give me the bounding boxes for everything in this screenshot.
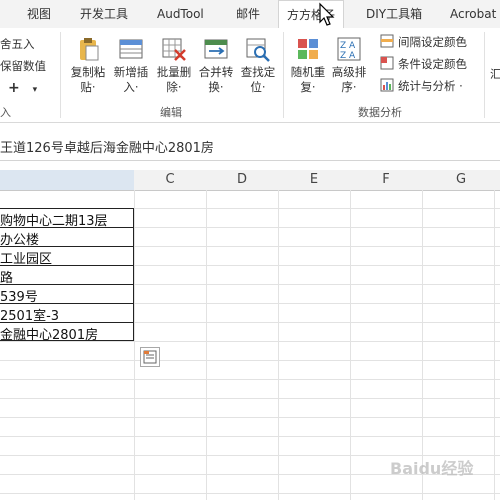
mouse-cursor-icon [319, 2, 335, 26]
cell-b5[interactable]: 539号 [0, 286, 38, 305]
tab-developer[interactable]: 开发工具 [80, 0, 128, 28]
tab-diy-toolbox[interactable]: DIY工具箱 [366, 0, 422, 28]
random-repeat-button[interactable]: 随机重 复· [286, 36, 330, 95]
group-label-left: 入 [0, 106, 11, 119]
grid-line [134, 190, 135, 500]
interval-color-button[interactable]: 间隔设定颜色 [380, 34, 467, 50]
random-repeat-line1: 随机重 [290, 65, 326, 79]
clipboard-icon [80, 38, 99, 61]
grid-line [0, 379, 500, 380]
condition-color-label: 条件设定颜色 [398, 57, 467, 71]
keep-value-label: 保留数值 [0, 59, 46, 73]
group-label-edit: 编辑 [160, 106, 182, 119]
grid-line [350, 190, 351, 500]
ribbon-separator [283, 32, 284, 118]
keep-value-button[interactable]: 保留数值 [0, 58, 46, 74]
column-header-b-selected[interactable] [0, 170, 135, 191]
batch-delete-line1: 批量删 [156, 65, 192, 79]
tab-mail[interactable]: 邮件 [236, 0, 260, 28]
batch-delete-button[interactable]: 批量删 除· [151, 36, 197, 95]
column-header-c[interactable]: C [134, 170, 207, 191]
plus-icon: + [8, 80, 20, 96]
quick-analysis-button[interactable] [140, 347, 160, 367]
tab-acrobat[interactable]: Acrobat [450, 0, 496, 28]
advanced-sort-line2: 序· [341, 80, 357, 94]
tab-view[interactable]: 视图 [27, 0, 51, 28]
cell-b4[interactable]: 路 [0, 267, 13, 286]
batch-delete-line2: 除· [166, 80, 182, 94]
column-header-d[interactable]: D [206, 170, 279, 191]
column-header-g[interactable]: G [422, 170, 500, 191]
svg-text:Z: Z [340, 41, 346, 51]
insert-rows-icon [119, 39, 143, 59]
condition-color-button[interactable]: 条件设定颜色 [380, 56, 467, 72]
column-header-e[interactable]: E [278, 170, 351, 191]
interval-color-label: 间隔设定颜色 [398, 35, 467, 49]
svg-text:A: A [349, 51, 356, 61]
grid-line [0, 398, 500, 399]
grid-line [0, 436, 500, 437]
round-button[interactable]: 舍五入 [0, 36, 35, 52]
grid-line [278, 190, 279, 500]
random-repeat-line2: 复· [300, 80, 316, 94]
insert-new-line2: 入· [123, 80, 139, 94]
merge-convert-line2: 换· [208, 80, 224, 94]
grid-line [206, 190, 207, 500]
merge-convert-button[interactable]: 合并转 换· [193, 36, 239, 95]
tab-audtool[interactable]: AudTool [157, 0, 204, 28]
svg-text:Z: Z [340, 51, 346, 61]
random-repeat-icon [298, 39, 318, 59]
cell-b1[interactable]: 购物中心二期13层 [0, 210, 108, 229]
summary-button-partial[interactable]: 汇 [490, 66, 500, 82]
insert-new-button[interactable]: 新增插 入· [108, 36, 154, 95]
cell-b3[interactable]: 工业园区 [0, 248, 52, 267]
condition-color-icon [380, 56, 394, 70]
batch-delete-icon [162, 38, 186, 61]
plus-dropdown-button[interactable]: + ▾ [8, 80, 37, 96]
advanced-sort-button[interactable]: ZAZA 高级排 序· [327, 36, 371, 95]
chevron-down-icon: ▾ [32, 85, 38, 95]
ribbon-separator [484, 32, 485, 118]
cell-b7[interactable]: 金融中心2801房 [0, 324, 98, 343]
interval-color-icon [380, 34, 394, 48]
quick-analysis-icon [143, 350, 157, 364]
ribbon-tab-bar: 视图 开发工具 AudTool 邮件 方方格子 DIY工具箱 Acrobat [0, 0, 500, 29]
watermark-text: Baidu经验 [390, 459, 474, 478]
ribbon-separator [60, 32, 61, 118]
find-locate-line1: 查找定 [240, 65, 276, 79]
svg-text:A: A [349, 41, 356, 51]
group-label-data-analysis: 数据分析 [358, 106, 402, 119]
find-locate-button[interactable]: 查找定 位· [235, 36, 281, 95]
find-locate-line2: 位· [250, 80, 266, 94]
grid-line [0, 493, 500, 494]
grid-line [0, 417, 500, 418]
statistics-analysis-label: 统计与分析 · [398, 79, 463, 93]
cell-b2[interactable]: 办公楼 [0, 229, 39, 248]
statistics-icon [380, 78, 394, 92]
sort-az-icon: Z AZ A [337, 37, 361, 61]
grid-line [422, 190, 423, 500]
advanced-sort-line1: 高级排 [331, 65, 367, 79]
copy-paste-line1: 复制粘 [70, 65, 106, 79]
formula-bar[interactable]: 王道126号卓越后海金融中心2801房 [0, 130, 500, 161]
summary-label-partial: 汇 [490, 67, 500, 81]
copy-paste-button[interactable]: 复制粘 贴· [66, 36, 110, 95]
formula-bar-value: 王道126号卓越后海金融中心2801房 [0, 141, 214, 156]
copy-paste-line2: 贴· [80, 80, 96, 94]
cell-border [0, 284, 134, 285]
merge-convert-line1: 合并转 [198, 65, 234, 79]
find-locate-icon [246, 38, 270, 62]
grid-line [494, 190, 495, 500]
cell-b6[interactable]: 2501室-3 [0, 305, 59, 324]
round-label: 舍五入 [0, 37, 35, 51]
statistics-analysis-button[interactable]: 统计与分析 · [380, 78, 463, 94]
grid-line [0, 360, 500, 361]
merge-convert-icon [204, 39, 228, 59]
column-header-f[interactable]: F [350, 170, 423, 191]
insert-new-line1: 新增插 [113, 65, 149, 79]
